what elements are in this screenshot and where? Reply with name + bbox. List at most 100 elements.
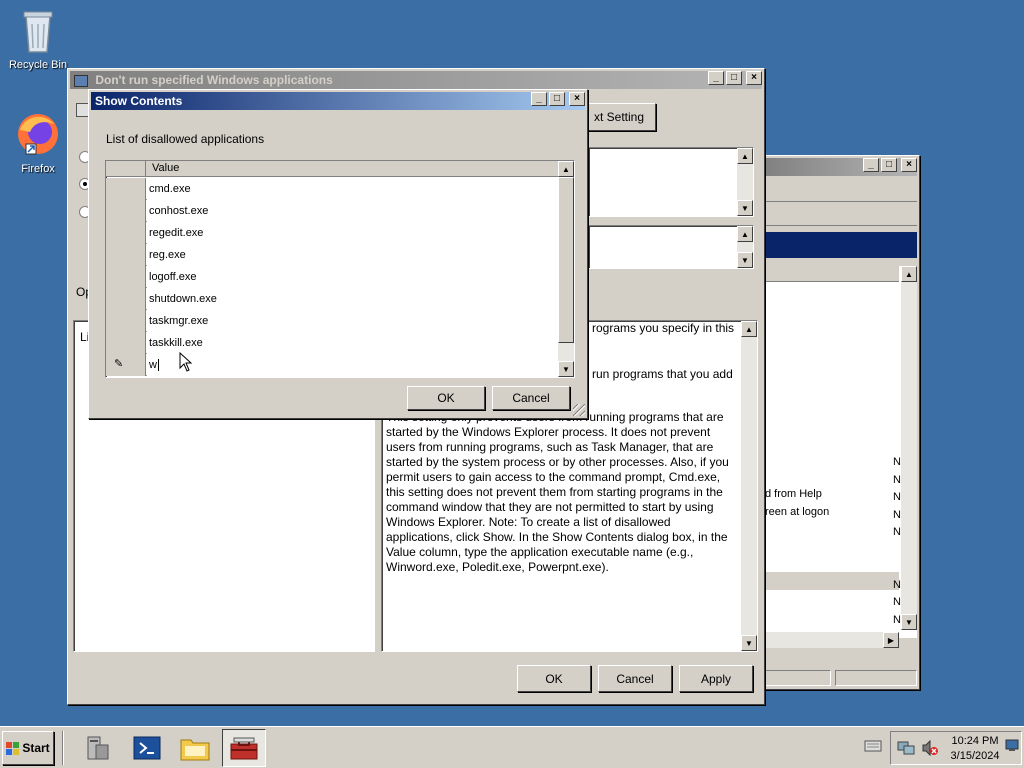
show-contents-titlebar: Show Contents	[91, 92, 585, 110]
sc-maximize-button[interactable]: □	[549, 92, 565, 106]
bg-maximize-button[interactable]: □	[881, 158, 897, 172]
resize-grip-icon[interactable]	[573, 404, 585, 416]
sc-ok-button[interactable]: OK	[407, 386, 485, 410]
list-label: List of disallowed applications	[106, 132, 265, 146]
bg-statusbar	[765, 668, 917, 688]
firefox-label: Firefox	[21, 163, 55, 175]
bg-selected-row[interactable]	[765, 572, 899, 590]
scroll-down-arrow-icon[interactable]: ▼	[737, 252, 753, 268]
scroll-thumb[interactable]	[558, 177, 574, 343]
explorer-taskbar-button[interactable]	[173, 729, 217, 767]
server-manager-taskbar-button[interactable]	[75, 729, 119, 767]
bg-vscrollbar[interactable]: ▲ ▼	[901, 266, 917, 630]
apply-button[interactable]: Apply	[679, 665, 753, 692]
recycle-bin-desktop-icon[interactable]: Recycle Bin	[2, 6, 74, 71]
windows-logo-icon	[6, 741, 20, 755]
value-cell[interactable]: taskkill.exe	[147, 332, 558, 354]
scroll-down-arrow-icon[interactable]: ▼	[901, 614, 917, 630]
bg-row-help[interactable]: d from Help	[765, 488, 885, 504]
comment-scrollbar[interactable]: ▲ ▼	[737, 148, 753, 216]
scroll-down-arrow-icon[interactable]: ▼	[558, 361, 574, 377]
grid-row[interactable]: cmd.exe	[106, 178, 558, 200]
scroll-up-arrow-icon[interactable]: ▲	[558, 161, 574, 177]
grid-row[interactable]: taskkill.exe	[106, 332, 558, 354]
show-contents-title: Show Contents	[95, 94, 183, 108]
editing-value-input[interactable]: w	[147, 354, 558, 376]
group-policy-taskbar-button[interactable]	[222, 729, 266, 767]
start-label: Start	[22, 741, 50, 755]
value-cell[interactable]: logoff.exe	[147, 266, 558, 288]
scroll-up-arrow-icon[interactable]: ▲	[741, 321, 757, 337]
scroll-down-arrow-icon[interactable]: ▼	[737, 200, 753, 216]
server-manager-icon	[87, 736, 109, 760]
value-cell[interactable]: taskmgr.exe	[147, 310, 558, 332]
values-grid[interactable]: Value cmd.exe conhost.exe regedit.exe re…	[105, 160, 575, 378]
bg-toolbar	[765, 180, 917, 202]
value-column-header[interactable]: Value	[152, 162, 179, 174]
start-button[interactable]: Start	[2, 731, 54, 765]
sc-cancel-button[interactable]: Cancel	[492, 386, 570, 410]
scroll-up-arrow-icon[interactable]: ▲	[737, 148, 753, 164]
powershell-taskbar-button[interactable]	[125, 729, 169, 767]
grid-row[interactable]: taskmgr.exe	[106, 310, 558, 332]
bg-list-header	[765, 266, 899, 282]
grid-row[interactable]: reg.exe	[106, 244, 558, 266]
policy-maximize-button[interactable]: □	[726, 71, 742, 85]
scroll-up-arrow-icon[interactable]: ▲	[737, 226, 753, 242]
taskbar: Start 10:24 PM 3/15/2024	[0, 726, 1024, 768]
value-cell[interactable]: reg.exe	[147, 244, 558, 266]
bg-row-label: reen at logon	[765, 506, 830, 518]
clock-date[interactable]: 3/15/2024	[947, 750, 1003, 762]
grid-row[interactable]: conhost.exe	[106, 200, 558, 222]
grid-row[interactable]: shutdown.exe	[106, 288, 558, 310]
recycle-bin-label: Recycle Bin	[8, 59, 68, 71]
bg-toolbar-2	[765, 204, 917, 226]
policy-titlebar: Don't run specified Windows applications	[70, 71, 762, 89]
cancel-button[interactable]: Cancel	[598, 665, 672, 692]
network-icon[interactable]	[897, 740, 915, 759]
scroll-down-arrow-icon[interactable]: ▼	[741, 635, 757, 651]
bg-header-strip	[765, 232, 917, 258]
volume-muted-icon[interactable]	[921, 739, 939, 759]
comment-textarea[interactable]: ▲ ▼	[588, 147, 754, 217]
apply-label: Apply	[700, 671, 732, 686]
show-contents-dialog: Show Contents _ □ × List of disallowed a…	[88, 89, 588, 419]
value-cell[interactable]: conhost.exe	[147, 200, 558, 222]
show-desktop-icon[interactable]	[1005, 738, 1019, 755]
bg-hscrollbar[interactable]: ▶	[765, 632, 899, 648]
supported-scrollbar[interactable]: ▲ ▼	[737, 226, 753, 268]
pencil-icon: ✎	[114, 358, 124, 370]
keyboard-icon[interactable]	[864, 739, 882, 756]
cancel-label: Cancel	[616, 671, 654, 686]
background-window: _ □ × d from Help reen at logon N N N N …	[762, 155, 920, 690]
sc-close-button[interactable]: ×	[569, 92, 585, 106]
firefox-desktop-icon[interactable]: Firefox	[2, 110, 74, 175]
help-line-1: rograms you specify in this	[592, 321, 735, 335]
sc-minimize-button[interactable]: _	[531, 92, 547, 106]
policy-title: Don't run specified Windows applications	[95, 73, 333, 87]
bg-close-button[interactable]: ×	[901, 158, 917, 172]
bg-row-logon[interactable]: reen at logon	[765, 506, 885, 522]
folder-icon	[180, 739, 210, 761]
help-scrollbar[interactable]: ▲ ▼	[741, 321, 757, 651]
next-setting-label: xt Setting	[593, 110, 645, 124]
editing-row[interactable]: ✎ w	[106, 354, 558, 376]
grid-row[interactable]: regedit.exe	[106, 222, 558, 244]
value-cell[interactable]: shutdown.exe	[147, 288, 558, 310]
scroll-right-arrow-icon[interactable]: ▶	[883, 632, 899, 648]
grid-row[interactable]: logoff.exe	[106, 266, 558, 288]
system-tray: 10:24 PM 3/15/2024	[890, 731, 1022, 765]
grid-vscrollbar[interactable]: ▲ ▼	[558, 161, 574, 377]
bg-row-label: d from Help	[765, 488, 822, 500]
value-cell[interactable]: regedit.exe	[147, 222, 558, 244]
policy-minimize-button[interactable]: _	[708, 71, 724, 85]
clock-time[interactable]: 10:24 PM	[947, 735, 1003, 747]
bg-minimize-button[interactable]: _	[863, 158, 879, 172]
ok-button[interactable]: OK	[517, 665, 591, 692]
firefox-icon	[18, 114, 58, 155]
supported-on-box: ▲ ▼	[588, 225, 754, 269]
sc-ok-label: OK	[437, 391, 455, 405]
value-cell[interactable]: cmd.exe	[147, 178, 558, 200]
scroll-up-arrow-icon[interactable]: ▲	[901, 266, 917, 282]
policy-close-button[interactable]: ×	[746, 71, 762, 85]
